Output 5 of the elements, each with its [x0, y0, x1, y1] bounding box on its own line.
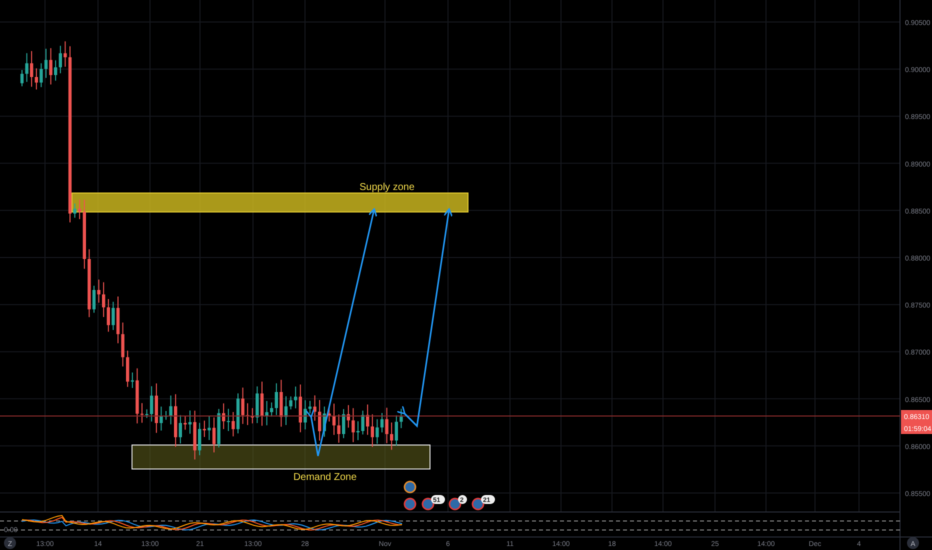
event-icon[interactable]: [404, 480, 416, 494]
supply-zone-label: Supply zone: [359, 182, 415, 193]
price-tag: [901, 410, 932, 434]
demand-zone-label: Demand Zone: [293, 472, 357, 483]
event-icon[interactable]: [404, 498, 416, 510]
